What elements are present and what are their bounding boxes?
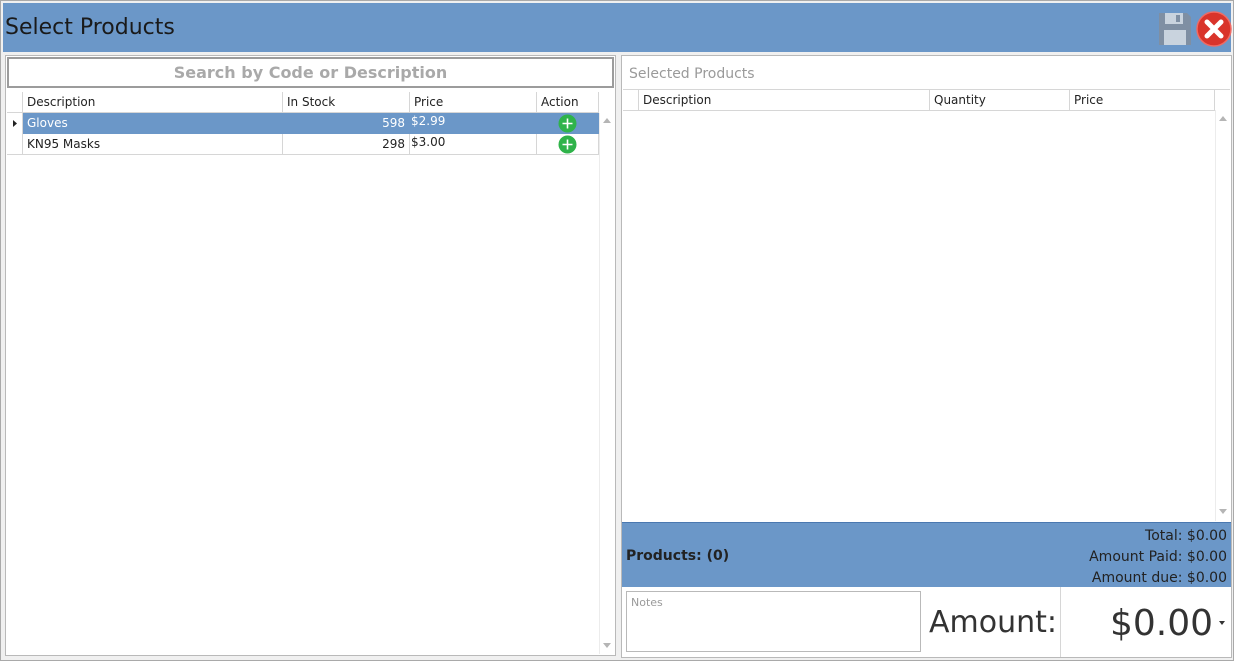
amount-dropdown-icon[interactable] bbox=[1219, 621, 1225, 625]
cell-action bbox=[537, 134, 599, 155]
selected-products-title: Selected Products bbox=[629, 66, 755, 82]
column-header-price[interactable]: Price bbox=[1070, 90, 1215, 110]
amount-value: $0.00 bbox=[1109, 603, 1213, 644]
add-product-icon[interactable] bbox=[558, 114, 577, 133]
window-title: Select Products bbox=[5, 15, 175, 40]
row-header-corner bbox=[7, 92, 23, 112]
amount-paid: Amount Paid: $0.00 bbox=[1089, 549, 1227, 565]
products-grid: Description In Stock Price Action Gloves… bbox=[7, 92, 614, 654]
close-icon[interactable] bbox=[1195, 10, 1233, 48]
amount-input[interactable]: $0.00 bbox=[1060, 587, 1229, 657]
row-indicator bbox=[7, 134, 23, 155]
order-summary-bar: Products: (0) Total: $0.00 Amount Paid: … bbox=[622, 522, 1231, 587]
selected-products-grid: Description Quantity Price bbox=[623, 89, 1230, 521]
cell-description: KN95 Masks bbox=[23, 134, 283, 155]
products-panel: Description In Stock Price Action Gloves… bbox=[5, 55, 616, 656]
cell-description: Gloves bbox=[23, 113, 283, 134]
column-header-action[interactable]: Action bbox=[537, 92, 599, 112]
selected-products-panel: Selected Products Description Quantity P… bbox=[621, 55, 1232, 658]
scroll-up-icon[interactable] bbox=[603, 118, 611, 123]
cell-price: $2.99 bbox=[410, 113, 537, 134]
table-row[interactable]: KN95 Masks 298 $3.00 bbox=[7, 134, 599, 155]
current-row-arrow-icon bbox=[13, 120, 17, 127]
cell-price: $3.00 bbox=[410, 134, 537, 155]
scroll-up-icon[interactable] bbox=[1219, 116, 1227, 121]
column-header-description[interactable]: Description bbox=[639, 90, 930, 110]
amount-label: Amount: bbox=[929, 605, 1057, 640]
row-header-corner bbox=[623, 90, 639, 110]
add-product-icon[interactable] bbox=[558, 135, 577, 154]
products-vertical-scrollbar[interactable] bbox=[599, 113, 614, 654]
scroll-down-icon[interactable] bbox=[603, 643, 611, 648]
scroll-down-icon[interactable] bbox=[1219, 509, 1227, 514]
cell-in-stock: 598 bbox=[283, 113, 410, 134]
products-count: Products: (0) bbox=[626, 548, 730, 564]
column-header-description[interactable]: Description bbox=[23, 92, 283, 112]
cell-action bbox=[537, 113, 599, 134]
title-bar: Select Products bbox=[3, 3, 1233, 52]
selected-vertical-scrollbar[interactable] bbox=[1215, 110, 1230, 521]
notes-field[interactable] bbox=[626, 591, 921, 652]
column-header-quantity[interactable]: Quantity bbox=[930, 90, 1070, 110]
row-indicator bbox=[7, 113, 23, 134]
selected-grid-header: Description Quantity Price bbox=[623, 90, 1215, 111]
table-row[interactable]: Gloves 598 $2.99 bbox=[7, 113, 599, 134]
total-amount: Total: $0.00 bbox=[1145, 528, 1227, 544]
search-input[interactable] bbox=[7, 57, 614, 88]
select-products-window: Select Products Description In Stock Pri… bbox=[0, 0, 1234, 661]
save-icon[interactable] bbox=[1157, 11, 1193, 47]
totals-block: Total: $0.00 Amount Paid: $0.00 Amount d… bbox=[1089, 526, 1227, 589]
cell-in-stock: 298 bbox=[283, 134, 410, 155]
products-grid-header: Description In Stock Price Action bbox=[7, 92, 599, 113]
column-header-in-stock[interactable]: In Stock bbox=[283, 92, 410, 112]
column-header-price[interactable]: Price bbox=[410, 92, 537, 112]
amount-due: Amount due: $0.00 bbox=[1091, 570, 1227, 586]
